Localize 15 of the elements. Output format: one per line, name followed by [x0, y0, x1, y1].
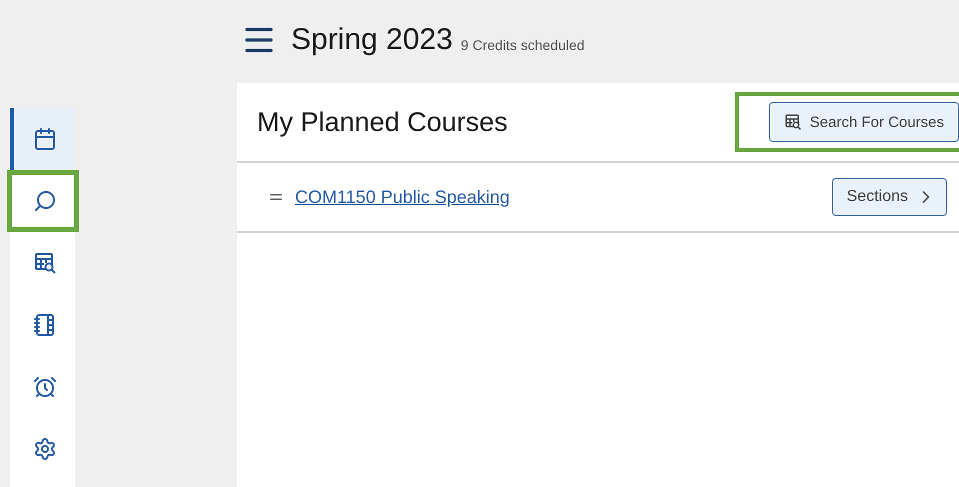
nav-item[interactable]	[7, 170, 79, 232]
term-title: Spring 2023	[291, 22, 453, 56]
sections-button[interactable]: Sections	[832, 178, 947, 216]
catalog-search-icon	[32, 251, 56, 275]
panel-title: My Planned Courses	[257, 106, 508, 138]
course-link[interactable]: COM1150 Public Speaking	[295, 186, 832, 208]
alarm-clock-icon	[32, 375, 56, 399]
search-courses-button[interactable]: Search For Courses	[768, 102, 959, 142]
nav-item[interactable]	[10, 108, 75, 170]
search-icon	[33, 189, 57, 213]
catalog-search-icon	[784, 113, 802, 131]
settings-icon	[32, 437, 56, 461]
notebook-icon	[32, 313, 56, 337]
credits-text: 9 Credits scheduled	[460, 36, 585, 52]
calendar-icon	[32, 127, 56, 151]
